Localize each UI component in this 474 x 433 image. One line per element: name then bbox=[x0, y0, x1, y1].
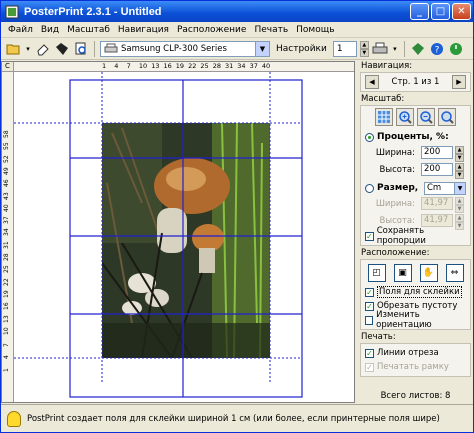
open-folder-icon[interactable] bbox=[5, 41, 21, 57]
chevron-down-icon[interactable]: ▼ bbox=[255, 41, 269, 56]
glue-margins-label: Поля для склейки bbox=[377, 286, 462, 298]
size-height-spinner[interactable]: ▲ ▼ bbox=[455, 214, 464, 230]
cut-lines-label: Линии отреза bbox=[377, 348, 439, 358]
toolbar-separator bbox=[94, 40, 95, 57]
settings-button[interactable]: Настройки bbox=[273, 44, 330, 54]
prev-page-icon[interactable]: ◀ bbox=[365, 75, 379, 89]
dropdown-arrow-icon[interactable]: ▾ bbox=[24, 41, 32, 57]
window-title: PosterPrint 2.3.1 - Untitled bbox=[24, 5, 162, 18]
eraser-icon[interactable] bbox=[35, 41, 51, 57]
close-button[interactable]: ✕ bbox=[452, 3, 471, 20]
menu-layout[interactable]: Расположение bbox=[173, 25, 250, 35]
percent-radio[interactable] bbox=[365, 132, 374, 142]
zoom-in-icon[interactable] bbox=[396, 108, 414, 126]
menu-view[interactable]: Вид bbox=[37, 25, 63, 35]
percent-label: Проценты, %: bbox=[377, 132, 449, 142]
lightbulb-icon bbox=[7, 410, 21, 427]
width-label: Ширина: bbox=[375, 147, 415, 158]
print-frame-label: Печатать рамку bbox=[377, 362, 449, 372]
percent-option[interactable]: Проценты, %: bbox=[365, 130, 466, 144]
print-preview-icon[interactable] bbox=[73, 41, 89, 57]
zoom-out-icon[interactable] bbox=[417, 108, 435, 126]
trim-empty-checkbox[interactable]: ✓ bbox=[365, 301, 374, 311]
zoom-fit-icon[interactable] bbox=[438, 108, 456, 126]
size-width-input[interactable]: 41,97 bbox=[421, 197, 453, 210]
copies-spinner[interactable]: ▲ ▼ bbox=[359, 40, 369, 57]
menu-scale[interactable]: Масштаб bbox=[63, 25, 114, 35]
print-box: ✓ Линии отреза ✓ Печатать рамку bbox=[360, 343, 471, 377]
chevron-down-icon[interactable]: ▼ bbox=[454, 182, 465, 194]
size-height-label: Высота: bbox=[379, 215, 415, 226]
poster-preview[interactable]: С 1 4 7 10 13 16 19 22 25 28 31 34 37 40 58 55 52 49 46 43… bbox=[1, 61, 355, 403]
align-center-icon[interactable]: ▣ bbox=[393, 264, 412, 282]
web-icon[interactable] bbox=[410, 41, 426, 57]
maximize-button[interactable]: □ bbox=[431, 3, 450, 20]
power-icon[interactable] bbox=[448, 41, 464, 57]
print-frame-checkbox[interactable]: ✓ bbox=[365, 362, 374, 372]
total-sheets: Всего листов: 8 bbox=[380, 391, 451, 401]
next-page-icon[interactable]: ▶ bbox=[452, 75, 466, 89]
printer-icon[interactable] bbox=[372, 41, 388, 57]
size-radio[interactable] bbox=[365, 183, 374, 193]
help-icon[interactable]: ? bbox=[429, 41, 445, 57]
status-bar: PostPrint создает поля для склейки ширин… bbox=[1, 404, 473, 432]
unit-value: Cm bbox=[427, 182, 442, 193]
keep-proportions-label: Сохранять пропорции bbox=[376, 226, 426, 246]
keep-proportions-checkbox[interactable]: ✓ bbox=[365, 231, 374, 241]
fit-grid-icon[interactable] bbox=[375, 108, 393, 126]
print-title: Печать: bbox=[361, 332, 396, 342]
size-width-spinner[interactable]: ▲ ▼ bbox=[455, 197, 464, 213]
copies-input[interactable]: 1 bbox=[332, 40, 357, 57]
glue-margins-checkbox[interactable]: ✓ bbox=[365, 287, 374, 297]
unit-select[interactable]: Cm ▼ bbox=[424, 181, 466, 195]
hand-move-icon[interactable]: ✋ bbox=[419, 264, 438, 282]
print-frame-option[interactable]: ✓ Печатать рамку bbox=[365, 360, 466, 374]
navigation-title: Навигация: bbox=[361, 61, 413, 71]
stretch-icon[interactable]: ⇔ bbox=[445, 264, 464, 282]
size-option[interactable]: Размер, Cm ▼ bbox=[365, 181, 466, 195]
navigation-box: ◀ Стр. 1 из 1 ▶ bbox=[360, 72, 471, 92]
keep-proportions-option[interactable]: ✓ Сохранять пропорции bbox=[365, 226, 466, 246]
change-orientation-checkbox[interactable] bbox=[365, 315, 374, 325]
menu-navigation[interactable]: Навигация bbox=[114, 25, 173, 35]
layout-title: Расположение: bbox=[361, 248, 430, 258]
cut-lines-option[interactable]: ✓ Линии отреза bbox=[365, 346, 466, 360]
printer-select[interactable]: Samsung CLP-300 Series ▼ bbox=[100, 40, 270, 57]
app-icon bbox=[5, 5, 19, 18]
layout-box: ◰ ▣ ✋ ⇔ ✓ Поля для склейки ✓ Обрезать пу… bbox=[360, 259, 471, 330]
menu-bar: Файл Вид Масштаб Навигация Расположение … bbox=[1, 22, 473, 38]
height-spinner[interactable]: ▲ ▼ bbox=[455, 163, 464, 179]
align-top-left-icon[interactable]: ◰ bbox=[367, 264, 386, 282]
menu-help[interactable]: Помощь bbox=[292, 25, 338, 35]
title-bar[interactable]: PosterPrint 2.3.1 - Untitled _ □ ✕ bbox=[1, 1, 473, 22]
dropdown-arrow-icon[interactable]: ▾ bbox=[391, 41, 399, 57]
toolbar-separator bbox=[403, 40, 405, 57]
change-orientation-label: Изменить ориентацию bbox=[376, 310, 432, 330]
page-indicator: Стр. 1 из 1 bbox=[391, 77, 440, 87]
width-spinner[interactable]: ▲ ▼ bbox=[455, 146, 464, 162]
glue-margins-option[interactable]: ✓ Поля для склейки bbox=[365, 285, 466, 299]
save-icon[interactable] bbox=[54, 41, 70, 57]
printer-name: Samsung CLP-300 Series bbox=[121, 43, 227, 54]
height-label: Высота: bbox=[379, 164, 415, 175]
menu-print[interactable]: Печать bbox=[250, 25, 292, 35]
width-percent-input[interactable]: 200 bbox=[421, 146, 453, 159]
change-orientation-option[interactable]: Изменить ориентацию bbox=[365, 310, 466, 330]
size-label: Размер, bbox=[377, 183, 419, 193]
page-grid bbox=[14, 72, 303, 398]
status-text: PostPrint создает поля для склейки ширин… bbox=[27, 413, 440, 424]
minimize-button[interactable]: _ bbox=[410, 3, 429, 20]
size-width-label: Ширина: bbox=[375, 198, 415, 209]
scale-title: Масштаб: bbox=[361, 94, 405, 104]
printer-icon bbox=[104, 43, 118, 53]
scale-box: Проценты, %: Ширина: 200 ▲ ▼ Высота: 200 … bbox=[360, 105, 471, 246]
menu-file[interactable]: Файл bbox=[4, 25, 37, 35]
app-window: PosterPrint 2.3.1 - Untitled _ □ ✕ Файл … bbox=[0, 0, 474, 433]
cut-lines-checkbox[interactable]: ✓ bbox=[365, 348, 374, 358]
svg-text:?: ? bbox=[434, 45, 439, 55]
toolbar: ▾ Samsung CLP-300 Series ▼ Настройки 1 ▲… bbox=[1, 38, 473, 60]
height-percent-input[interactable]: 200 bbox=[421, 163, 453, 176]
settings-panel: Навигация: ◀ Стр. 1 из 1 ▶ Масштаб: Проц… bbox=[358, 61, 473, 403]
